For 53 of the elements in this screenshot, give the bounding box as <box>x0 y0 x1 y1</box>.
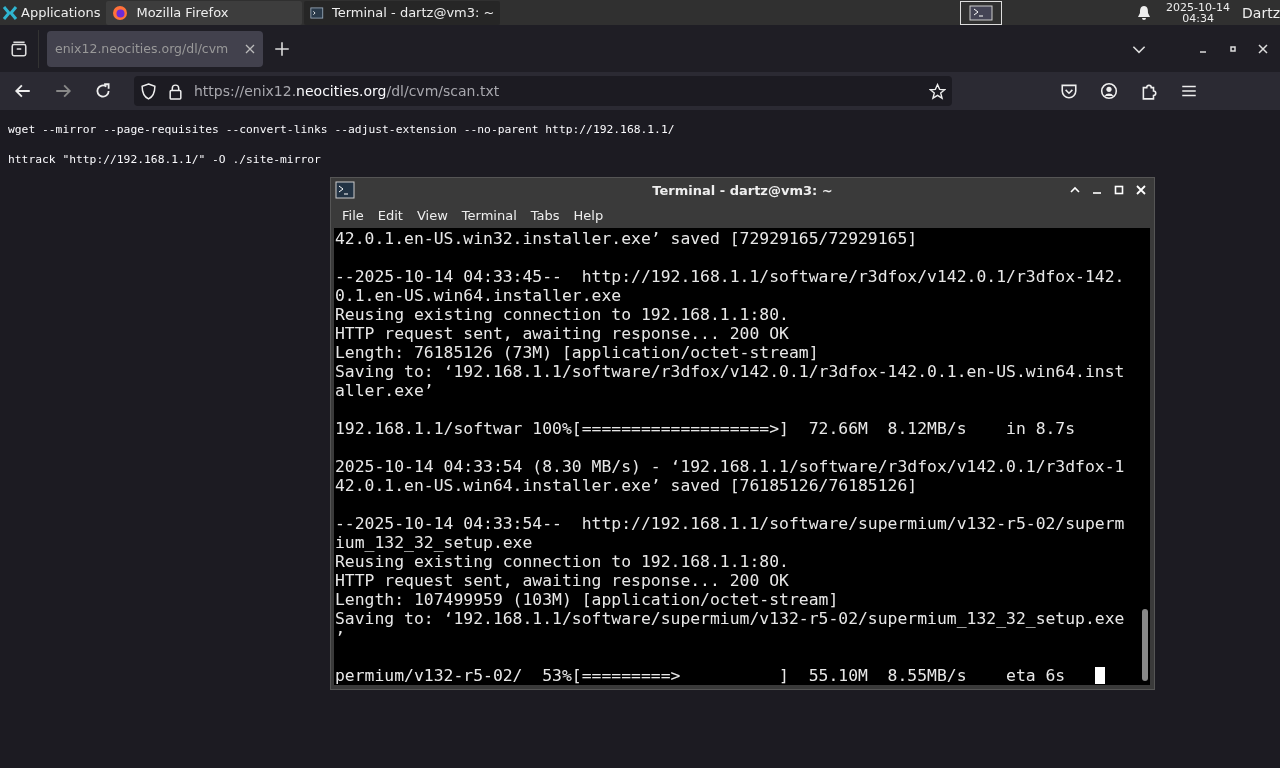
clock-time: 04:34 <box>1182 12 1214 24</box>
page-text-line: wget --mirror --page-requisites --convert-links --adjust-extension --no-parent http://192.168.1.1/ <box>8 122 675 138</box>
terminal-line: ’ <box>335 628 345 647</box>
terminal-line: Reusing existing connection to 192.168.1.1:80. <box>335 305 789 324</box>
logo-icon <box>2 4 18 21</box>
terminal-line: aller.exe’ <box>335 381 434 400</box>
page-text-line: httrack "http://192.168.1.1/" -O ./site-mirror <box>8 152 321 168</box>
terminal-line: permium/v132-r5-02/ 53%[=========> ] 55.10M 8.55MB/s eta 6s <box>335 666 1066 685</box>
terminal-line: Saving to: ‘192.168.1.1/software/r3dfox/v142.0.1/r3dfox-142.0.1.en-US.win64.inst <box>335 362 1125 381</box>
window-button[interactable]: Terminal - dartz@vm3: ~ <box>304 0 501 25</box>
terminal-line: ium_132_32_setup.exe <box>335 533 533 552</box>
lock-icon[interactable] <box>167 82 184 100</box>
menu-item[interactable]: Tabs <box>523 207 567 223</box>
terminal-line: 0.1.en-US.win64.installer.exe <box>335 286 622 305</box>
bookmark-star-icon[interactable] <box>929 82 946 100</box>
terminal-line: 2025-10-14 04:33:54 (8.30 MB/s) - ‘192.168.1.1/software/r3dfox/v142.0.1/r3dfox-1 <box>335 457 1125 476</box>
maximize-icon[interactable] <box>1114 185 1124 195</box>
window-button[interactable]: Mozilla Firefox <box>106 0 303 25</box>
menu-item[interactable]: View <box>409 207 455 223</box>
address-bar[interactable]: https://enix12.neocities.org/dl/cvm/scan.txt <box>134 76 952 106</box>
terminal-line: HTTP request sent, awaiting response... 200 OK <box>335 324 789 343</box>
window-title: Terminal - dartz@vm3: ~ <box>651 182 834 198</box>
menu-item[interactable]: Help <box>566 207 611 223</box>
maximize-icon[interactable] <box>1228 43 1238 54</box>
menu-item[interactable]: Edit <box>370 207 410 223</box>
close-icon[interactable] <box>1258 43 1268 54</box>
terminal-line: --2025-10-14 04:33:45-- http://192.168.1.1/software/r3dfox/v142.0.1/r3dfox-142. <box>335 267 1125 286</box>
browser-tab[interactable]: enix12.neocities.org/dl/cvm <box>47 30 263 67</box>
close-icon[interactable] <box>245 43 255 54</box>
terminal-icon <box>310 4 324 21</box>
applications-menu[interactable]: Applications <box>0 0 105 25</box>
clock-date: 2025-10-14 <box>1166 1 1231 13</box>
browser-icon <box>112 4 129 21</box>
scrollbar-thumb[interactable] <box>1142 609 1148 681</box>
menu-item[interactable]: Terminal <box>454 207 524 223</box>
cursor <box>1095 667 1106 684</box>
user-name[interactable]: Dartz <box>1242 4 1280 21</box>
terminal-line: --2025-10-14 04:33:54-- http://192.168.1.1/software/supermium/v132-r5-02/superm <box>335 514 1125 533</box>
terminal-line: 42.0.1.en-US.win32.installer.exe’ saved [72929165/72929165] <box>335 229 918 248</box>
notification-bell-icon[interactable] <box>1136 4 1153 21</box>
terminal-line: 192.168.1.1/softwar 100%[===================>] 72.66M 8.12MB/s in 8.7s <box>335 419 1076 438</box>
workspace-switcher[interactable] <box>960 0 1003 25</box>
terminal-icon <box>969 4 994 21</box>
terminal-line: HTTP request sent, awaiting response... 200 OK <box>335 571 789 590</box>
menu-item[interactable]: File <box>335 207 371 223</box>
terminal-line: 42.0.1.en-US.win64.installer.exe’ saved [76185126/76185126] <box>335 476 918 495</box>
terminal-line: Length: 107499959 (103M) [application/octet-stream] <box>335 590 839 609</box>
shield-icon[interactable] <box>140 82 157 100</box>
terminal-line: Length: 76185126 (73M) [application/octet-stream] <box>335 343 819 362</box>
terminal-icon <box>335 181 355 199</box>
terminal-line: Saving to: ‘192.168.1.1/software/supermium/v132-r5-02/supermium_132_32_setup.exe <box>335 609 1125 628</box>
shade-icon[interactable] <box>1070 185 1080 195</box>
terminal-line: Reusing existing connection to 192.168.1.1:80. <box>335 552 789 571</box>
